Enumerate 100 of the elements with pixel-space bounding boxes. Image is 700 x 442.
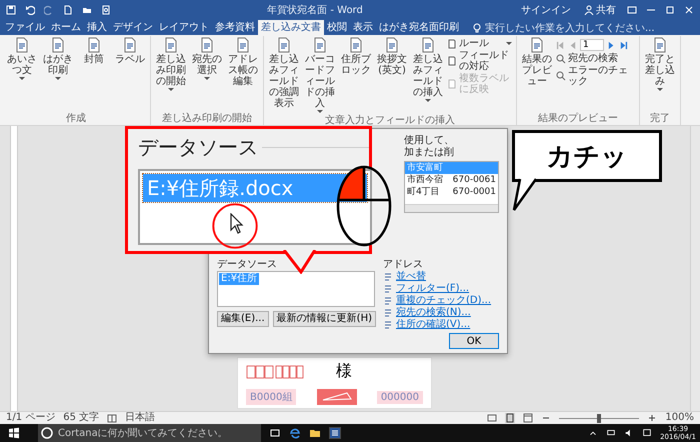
ribbon-button[interactable]: はがき印刷 [41, 36, 75, 82]
slider-thumb[interactable] [597, 414, 602, 422]
ribbon-small-button[interactable]: フィールドの対応 [447, 50, 513, 72]
recipient-action-link[interactable]: 住所の確認(V)... [396, 319, 470, 331]
ribbon-tab[interactable]: ファイル [2, 20, 48, 35]
address-label: アドレス [383, 259, 424, 270]
list-icon [383, 296, 393, 306]
address-text: 市安富町 [407, 162, 443, 174]
person-icon [584, 5, 594, 15]
close-icon[interactable] [684, 5, 694, 15]
instruction-text: 加または削 [404, 147, 455, 159]
save-icon[interactable] [6, 5, 16, 15]
ribbon-button[interactable]: 宛先の選択 [190, 36, 224, 82]
sign-in-link[interactable]: サインイン [519, 3, 574, 17]
ribbon-button[interactable]: 住所ブロック [339, 36, 373, 77]
ribbon-button[interactable]: バーコードフィールドの挿入 [303, 36, 337, 115]
window-title: 年賀状宛名面 - Word [267, 4, 363, 17]
ribbon-button[interactable]: アドレス帳の編集 [226, 36, 260, 88]
word-count: 65 文字 [63, 412, 100, 424]
lightbulb-icon [472, 23, 482, 33]
group-label: 結果のプレビュー [538, 113, 618, 125]
ribbon-button[interactable]: 完了と差し込み [643, 36, 677, 93]
book-icon[interactable] [107, 413, 118, 423]
ribbon-button[interactable]: 差し込みフィールドの挿入 [411, 36, 445, 104]
list-icon [383, 272, 393, 282]
page-count: 1/1 ページ [6, 412, 56, 424]
ribbon-tab[interactable]: はがき宛名面印刷 [376, 20, 462, 35]
magnifier-icon [556, 71, 566, 81]
ribbon-tab[interactable]: 差し込み文書 [258, 20, 324, 35]
tell-me-field[interactable]: 実行したい作業を入力してください... [485, 21, 665, 35]
undo-icon[interactable] [25, 5, 35, 15]
ribbon-tab[interactable]: 挿入 [84, 20, 110, 35]
lottery-number-text: 000000 [376, 390, 423, 404]
ribbon-button[interactable]: 挨拶文(英文) [375, 36, 409, 77]
instruction-text: 使用して、 [404, 135, 455, 146]
next-record-icon[interactable] [607, 40, 616, 50]
callout-heading: データソース [138, 134, 258, 161]
browser-icon[interactable] [289, 427, 301, 439]
ribbon-small-button[interactable]: 宛先の検索 [556, 53, 632, 64]
ribbon-small-button[interactable]: ルール [447, 38, 513, 49]
cursor-icon [230, 213, 244, 235]
ribbon-button[interactable]: 差し込みフィールドの強調表示 [267, 36, 301, 110]
group-label: 差し込み印刷の開始 [162, 113, 252, 125]
recipient-action-link[interactable]: 宛先の検索(N)... [396, 307, 471, 319]
lottery-group-text: B0000組 [246, 389, 296, 405]
print-layout-icon[interactable] [505, 413, 516, 423]
postal-code-text: 670-0061 [452, 174, 496, 186]
horizontal-scrollbar[interactable] [405, 204, 498, 212]
ribbon-button[interactable]: ラベル [113, 36, 147, 66]
ribbon-button[interactable]: 結果のプレビュー [520, 36, 554, 88]
lottery-stamp-drawing [316, 389, 357, 405]
last-record-icon[interactable] [619, 40, 628, 50]
vertical-scrollbar[interactable] [690, 126, 700, 411]
group-label: 文章入力とフィールドの挿入 [325, 115, 455, 127]
new-document-icon[interactable] [63, 5, 73, 15]
print-preview-icon[interactable] [101, 5, 111, 15]
circle-icon[interactable] [38, 424, 56, 442]
recipient-row[interactable]: 市西今宿 670-0061 [405, 174, 498, 186]
folder-icon[interactable] [82, 5, 92, 15]
ribbon-tab[interactable]: 表示 [350, 20, 376, 35]
honorific-text: 様 [336, 361, 352, 382]
recipient-action-link[interactable]: 重複のチェック(D)... [396, 295, 492, 307]
postal-code-text: 670-0001 [452, 186, 496, 198]
list-icon [383, 308, 393, 318]
windows-logo-icon[interactable] [8, 427, 20, 439]
highlight-circle [212, 203, 258, 249]
ribbon-tab[interactable]: レイアウト [156, 20, 212, 35]
dialog-button[interactable]: 最新の情報に更新(H) [272, 311, 376, 327]
zoom-in-icon[interactable] [647, 413, 658, 423]
redo-icon[interactable] [44, 5, 54, 15]
recipient-action-link[interactable]: フィルター(F)... [396, 283, 470, 295]
recipient-action-link[interactable]: 並べ替 [396, 271, 426, 283]
address-text: 町4丁目 [407, 186, 440, 198]
search-field[interactable]: Cortanaに何か聞いてみてください。 [56, 424, 261, 442]
dialog-button[interactable]: 編集(E)... [217, 311, 269, 327]
document-icon [447, 79, 457, 89]
word-app-icon[interactable] [329, 427, 341, 439]
ok-button[interactable]: OK [449, 333, 499, 349]
record-number-field[interactable]: 1 [580, 39, 604, 51]
ribbon-small-button[interactable]: エラーのチェック [556, 65, 632, 87]
share-button[interactable]: 共有 [582, 3, 618, 17]
folder-icon[interactable] [309, 427, 321, 439]
ribbon-tab[interactable]: 校閲 [324, 20, 350, 35]
ribbon-tab[interactable]: 参考資料 [212, 20, 258, 35]
address-text: 市西今宿 [407, 174, 443, 186]
ribbon-tab[interactable]: ホーム [48, 20, 84, 35]
bubble-text: カチッ [546, 140, 628, 174]
web-layout-icon[interactable] [523, 413, 534, 423]
ribbon-button[interactable]: 封筒 [77, 36, 111, 66]
maximize-icon[interactable] [665, 5, 676, 15]
list-icon [383, 284, 393, 294]
zoom-level-text[interactable]: 100% [665, 412, 694, 424]
postal-code-boxes-drawing [246, 364, 306, 378]
magnifier-icon [556, 54, 566, 64]
ribbon-button[interactable]: あいさつ文 [5, 36, 39, 82]
group-label: 完了 [650, 113, 670, 125]
recipient-row[interactable]: 町4丁目 670-0001 [405, 186, 498, 198]
language-text[interactable]: 日本語 [125, 412, 156, 424]
ribbon-button[interactable]: 差し込み印刷の開始 [154, 36, 188, 93]
ribbon-tab[interactable]: デザイン [110, 20, 156, 35]
